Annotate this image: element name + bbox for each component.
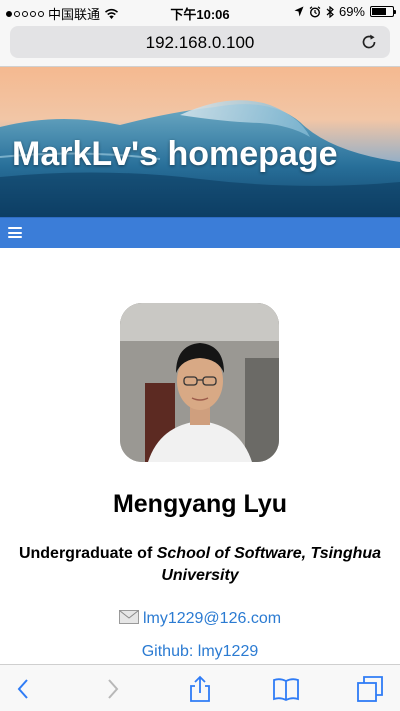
url-field[interactable]: 192.168.0.100 bbox=[10, 26, 390, 58]
site-title: MarkLv's homepage bbox=[12, 135, 338, 173]
share-icon[interactable] bbox=[186, 675, 214, 703]
tabs-icon[interactable] bbox=[356, 675, 384, 703]
subtitle-school: School of Software, Tsinghua University bbox=[156, 545, 382, 584]
status-right: 69% bbox=[294, 4, 396, 19]
bookmarks-icon[interactable] bbox=[272, 675, 300, 703]
browser-address-bar: 192.168.0.100 bbox=[0, 22, 400, 67]
header-banner: MarkLv's homepage bbox=[0, 67, 400, 217]
email-row: lmy1229@126.com bbox=[0, 610, 400, 628]
profile-avatar bbox=[120, 303, 279, 462]
hamburger-menu-icon[interactable] bbox=[8, 227, 22, 238]
battery-level bbox=[372, 8, 386, 15]
forward-icon[interactable] bbox=[98, 675, 126, 703]
status-bar: 中国联通 下午10:06 69% bbox=[0, 0, 400, 22]
email-link[interactable]: lmy1229@126.com bbox=[143, 610, 281, 627]
back-icon[interactable] bbox=[10, 675, 38, 703]
reload-icon[interactable] bbox=[360, 33, 378, 51]
battery-percent: 69% bbox=[338, 4, 365, 19]
subtitle-prefix: Undergraduate of bbox=[18, 545, 157, 562]
browser-toolbar bbox=[0, 664, 400, 711]
navbar bbox=[0, 217, 400, 248]
github-link[interactable]: Github: lmy1229 bbox=[0, 643, 400, 661]
bluetooth-icon bbox=[326, 5, 334, 18]
profile-name: Mengyang Lyu bbox=[112, 490, 288, 518]
envelope-icon bbox=[118, 610, 139, 624]
alarm-icon bbox=[309, 5, 321, 18]
battery-icon bbox=[370, 6, 396, 17]
location-icon bbox=[294, 6, 304, 17]
profile-photo bbox=[120, 303, 279, 462]
url-text[interactable]: 192.168.0.100 bbox=[10, 33, 390, 53]
profile-subtitle: Undergraduate of School of Software, Tsi… bbox=[6, 543, 394, 587]
